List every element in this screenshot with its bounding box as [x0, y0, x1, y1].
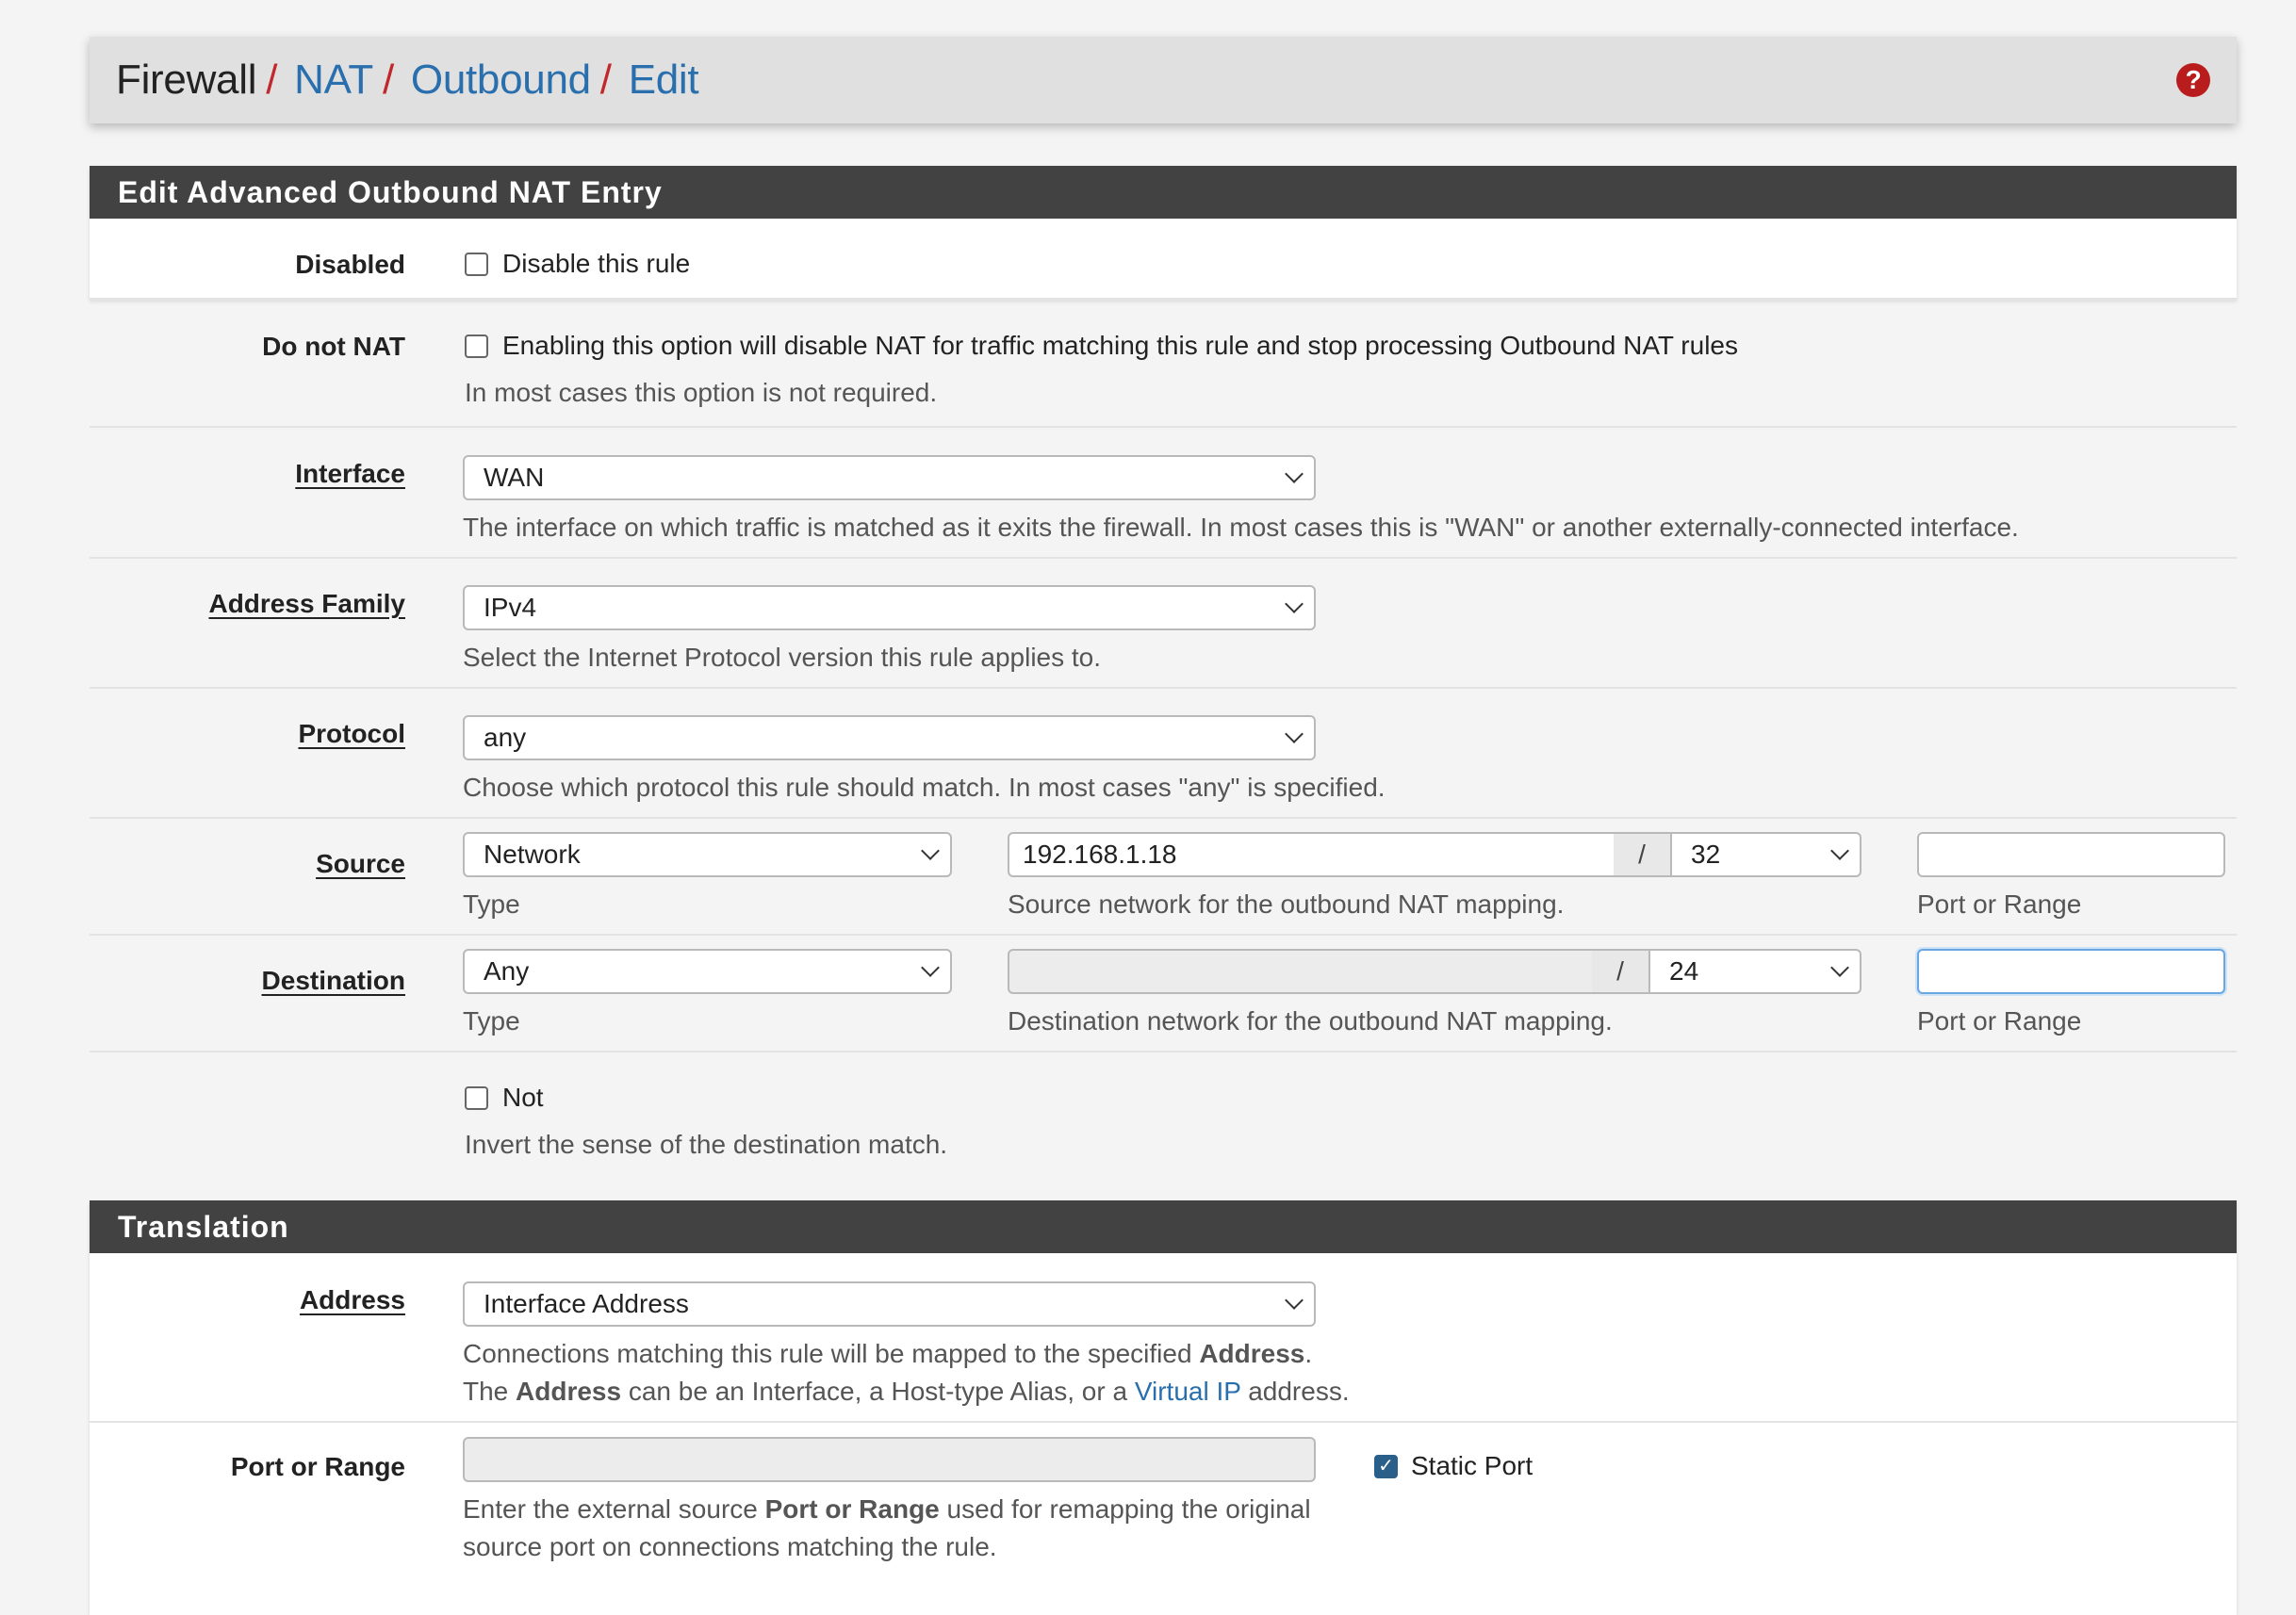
source-mask-value: 32	[1691, 840, 1721, 869]
not-text: Not	[502, 1083, 544, 1112]
translation-address-label: Address	[299, 1285, 405, 1314]
destination-network-input[interactable]	[1008, 949, 1594, 994]
address-family-label: Address Family	[208, 589, 405, 618]
source-type-select[interactable]: Network	[463, 832, 952, 877]
check-icon: ✓	[1378, 1456, 1394, 1476]
destination-mask-value: 24	[1669, 956, 1699, 986]
translation-port-hint-2: source port on connections matching the …	[463, 1532, 997, 1561]
question-circle-icon[interactable]: ?	[2176, 63, 2210, 97]
protocol-select[interactable]: any	[463, 715, 1316, 760]
static-port-checkbox[interactable]: ✓	[1374, 1455, 1398, 1478]
interface-hint: The interface on which traffic is matche…	[463, 513, 2019, 542]
address-family-hint: Select the Internet Protocol version thi…	[463, 643, 1102, 672]
divider	[90, 817, 2237, 819]
disable-rule-checkbox[interactable]	[465, 253, 488, 276]
chevron-down-icon	[1830, 841, 1849, 860]
destination-label: Destination	[261, 966, 405, 995]
chevron-down-icon	[1285, 595, 1304, 613]
source-port-input[interactable]	[1917, 832, 2225, 877]
translation-port-label: Port or Range	[230, 1452, 405, 1481]
divider	[90, 299, 2237, 301]
source-type-hint: Type	[463, 889, 520, 919]
destination-slash-addon: /	[1592, 949, 1648, 994]
row-disabled	[90, 219, 2237, 300]
static-port-text: Static Port	[1411, 1451, 1533, 1480]
translation-address-value: Interface Address	[484, 1289, 689, 1318]
translation-panel: Translation	[90, 1200, 2237, 1615]
translation-address-hint-2: The Address can be an Interface, a Host-…	[463, 1377, 1350, 1406]
destination-type-value: Any	[484, 956, 530, 986]
destination-port-hint: Port or Range	[1917, 1006, 2082, 1036]
destination-mask-select[interactable]: 24	[1648, 949, 1861, 994]
breadcrumb-firewall: Firewall	[116, 57, 257, 103]
destination-network-hint: Destination network for the outbound NAT…	[1008, 1006, 1613, 1036]
source-type-value: Network	[484, 840, 581, 869]
chevron-down-icon	[921, 841, 940, 860]
translation-port-input[interactable]	[463, 1437, 1316, 1482]
translation-address-select[interactable]: Interface Address	[463, 1281, 1316, 1327]
chevron-down-icon	[1285, 465, 1304, 483]
source-network-input[interactable]: 192.168.1.18	[1008, 832, 1615, 877]
interface-label: Interface	[295, 459, 405, 488]
source-label: Source	[316, 849, 405, 878]
edit-nat-entry-panel: Edit Advanced Outbound NAT Entry	[90, 166, 2237, 300]
disable-rule-text: Disable this rule	[502, 249, 691, 278]
virtual-ip-link[interactable]: Virtual IP	[1135, 1377, 1241, 1406]
divider	[90, 426, 2237, 428]
do-not-nat-hint: In most cases this option is not require…	[465, 378, 938, 407]
breadcrumb-outbound-link[interactable]: Outbound	[411, 57, 591, 104]
divider	[90, 557, 2237, 559]
destination-port-input[interactable]	[1917, 949, 2225, 994]
divider	[90, 1421, 2237, 1423]
chevron-down-icon	[1830, 958, 1849, 977]
protocol-hint: Choose which protocol this rule should m…	[463, 773, 1386, 802]
chevron-down-icon	[1285, 1291, 1304, 1310]
translation-port-hint-1: Enter the external source Port or Range …	[463, 1494, 1311, 1524]
divider	[90, 1051, 2237, 1052]
translation-address-hint-1: Connections matching this rule will be m…	[463, 1339, 1313, 1368]
chevron-down-icon	[921, 958, 940, 977]
source-network-value: 192.168.1.18	[1023, 840, 1177, 869]
breadcrumb: Firewall / NAT / Outbound / Edit ?	[90, 37, 2237, 123]
protocol-select-value: any	[484, 723, 527, 752]
address-family-select[interactable]: IPv4	[463, 585, 1316, 630]
breadcrumb-separator: /	[382, 57, 394, 103]
destination-type-select[interactable]: Any	[463, 949, 952, 994]
divider	[90, 687, 2237, 689]
source-mask-select[interactable]: 32	[1670, 832, 1861, 877]
do-not-nat-checkbox[interactable]	[465, 334, 488, 358]
source-network-hint: Source network for the outbound NAT mapp…	[1008, 889, 1565, 919]
translation-title: Translation	[90, 1200, 2237, 1253]
breadcrumb-nat-link[interactable]: NAT	[294, 57, 373, 104]
protocol-label: Protocol	[298, 719, 405, 748]
source-slash-addon: /	[1614, 832, 1670, 877]
interface-select-value: WAN	[484, 463, 545, 492]
breadcrumb-edit-link[interactable]: Edit	[629, 57, 699, 104]
source-port-hint: Port or Range	[1917, 889, 2082, 919]
breadcrumb-separator: /	[599, 57, 612, 103]
breadcrumb-separator: /	[266, 57, 278, 103]
do-not-nat-label: Do not NAT	[262, 332, 405, 361]
disabled-label: Disabled	[295, 250, 405, 279]
destination-type-hint: Type	[463, 1006, 520, 1036]
address-family-select-value: IPv4	[484, 593, 537, 622]
interface-select[interactable]: WAN	[463, 455, 1316, 500]
panel-title: Edit Advanced Outbound NAT Entry	[90, 166, 2237, 219]
not-checkbox[interactable]	[465, 1086, 488, 1110]
do-not-nat-text: Enabling this option will disable NAT fo…	[502, 331, 1738, 360]
not-hint: Invert the sense of the destination matc…	[465, 1130, 948, 1159]
chevron-down-icon	[1285, 725, 1304, 743]
divider	[90, 934, 2237, 936]
